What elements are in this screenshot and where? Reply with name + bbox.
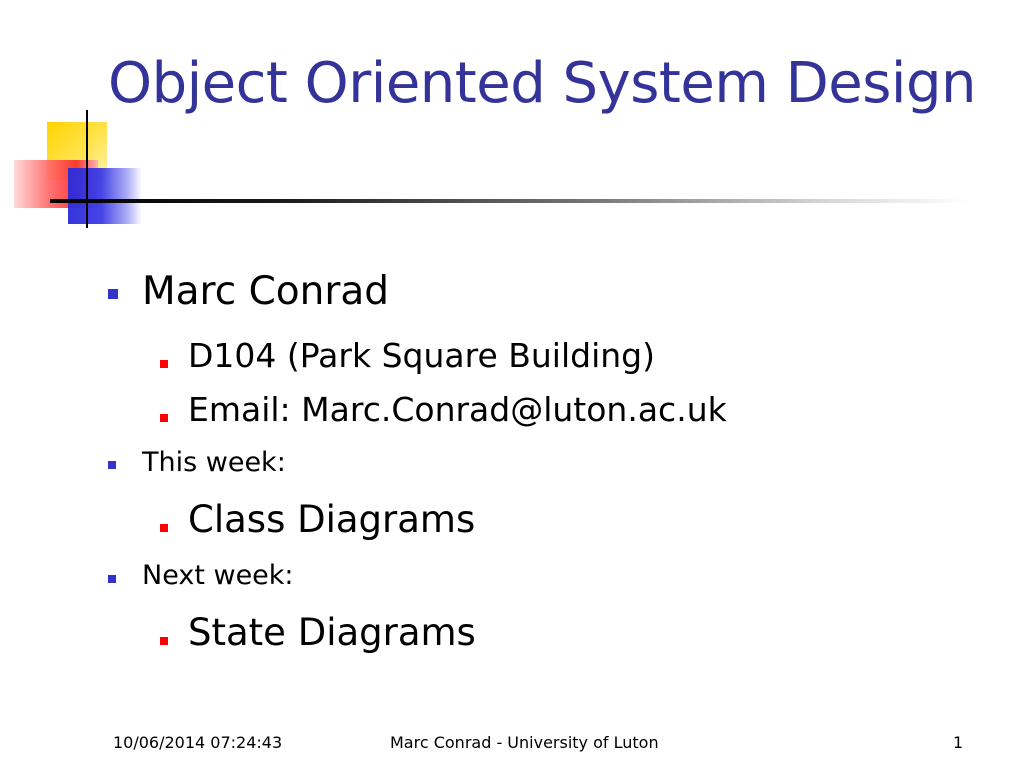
footer-date: 10/06/2014 07:24:43 xyxy=(113,733,283,752)
bullet-marker xyxy=(160,414,168,422)
bullet-item-email: Email: Marc.Conrad@luton.ac.uk xyxy=(188,390,727,429)
bullet-item-state-diagrams: State Diagrams xyxy=(188,611,476,654)
slide: Object Oriented System Design Marc Conra… xyxy=(0,0,1024,768)
bullet-marker xyxy=(160,637,168,645)
footer-page-number: 1 xyxy=(953,733,964,752)
bullet-marker xyxy=(108,575,116,583)
bullet-list: Marc Conrad D104 (Park Square Building) … xyxy=(0,0,1024,768)
bullet-marker xyxy=(108,289,118,299)
bullet-item-this-week: This week: xyxy=(142,447,286,478)
bullet-marker xyxy=(160,360,168,368)
footer-center-text: Marc Conrad - University of Luton xyxy=(390,733,659,752)
bullet-item-next-week: Next week: xyxy=(142,560,294,591)
bullet-marker xyxy=(160,524,168,532)
bullet-item-class-diagrams: Class Diagrams xyxy=(188,498,476,541)
bullet-marker xyxy=(108,461,116,469)
bullet-item-room: D104 (Park Square Building) xyxy=(188,336,655,375)
bullet-item-presenter: Marc Conrad xyxy=(142,269,390,314)
